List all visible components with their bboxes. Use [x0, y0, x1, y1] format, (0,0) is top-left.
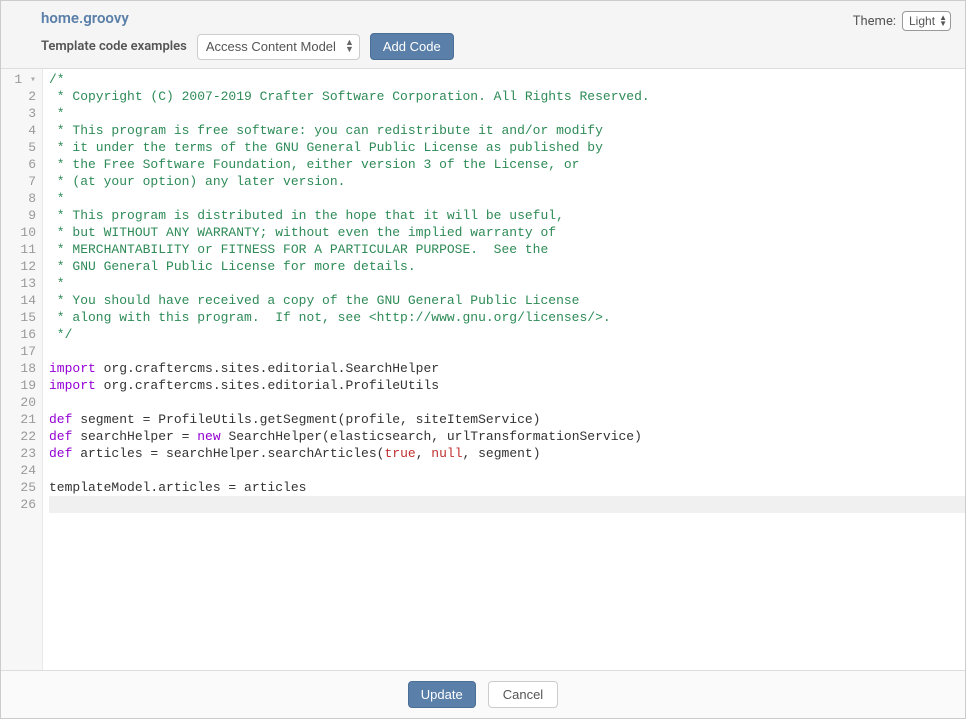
code-line[interactable]: import org.craftercms.sites.editorial.Pr…: [49, 377, 965, 394]
code-line[interactable]: * This program is distributed in the hop…: [49, 207, 965, 224]
line-number: 14: [1, 292, 36, 309]
line-number: 9: [1, 207, 36, 224]
code-line[interactable]: */: [49, 326, 965, 343]
line-number: 2: [1, 88, 36, 105]
code-line[interactable]: *: [49, 190, 965, 207]
line-number: 12: [1, 258, 36, 275]
code-line[interactable]: * This program is free software: you can…: [49, 122, 965, 139]
file-name: home.groovy: [41, 7, 953, 27]
line-number: 1 ▾: [1, 71, 36, 88]
theme-dropdown[interactable]: Light: [902, 11, 951, 31]
code-line[interactable]: * it under the terms of the GNU General …: [49, 139, 965, 156]
code-line[interactable]: * (at your option) any later version.: [49, 173, 965, 190]
line-number: 7: [1, 173, 36, 190]
line-number: 3: [1, 105, 36, 122]
line-number: 23: [1, 445, 36, 462]
line-number: 8: [1, 190, 36, 207]
line-number: 6: [1, 156, 36, 173]
line-number: 16: [1, 326, 36, 343]
code-line[interactable]: templateModel.articles = articles: [49, 479, 965, 496]
line-number: 21: [1, 411, 36, 428]
update-button[interactable]: Update: [408, 681, 476, 708]
line-number: 26: [1, 496, 36, 513]
code-line[interactable]: *: [49, 275, 965, 292]
fold-toggle-icon[interactable]: ▾: [30, 75, 36, 86]
line-number: 4: [1, 122, 36, 139]
line-number: 22: [1, 428, 36, 445]
code-line[interactable]: *: [49, 105, 965, 122]
add-code-button[interactable]: Add Code: [370, 33, 454, 60]
code-line[interactable]: def searchHelper = new SearchHelper(elas…: [49, 428, 965, 445]
theme-dropdown-wrap: Light ▲▼: [902, 11, 951, 31]
code-area[interactable]: /* * Copyright (C) 2007-2019 Crafter Sof…: [43, 69, 965, 670]
line-number: 25: [1, 479, 36, 496]
template-dropdown[interactable]: Access Content Model: [197, 34, 360, 60]
toolbar: Template code examples Access Content Mo…: [13, 33, 953, 60]
line-number: 24: [1, 462, 36, 479]
cancel-button[interactable]: Cancel: [488, 681, 558, 708]
code-line[interactable]: import org.craftercms.sites.editorial.Se…: [49, 360, 965, 377]
dialog-footer: Update Cancel: [1, 670, 965, 718]
code-line[interactable]: /*: [49, 71, 965, 88]
line-number: 15: [1, 309, 36, 326]
code-line[interactable]: [49, 462, 965, 479]
template-dropdown-wrap: Access Content Model ▲▼: [197, 34, 360, 60]
code-line[interactable]: [49, 496, 965, 513]
line-number: 19: [1, 377, 36, 394]
line-gutter: 1 ▾2345678910111213141516171819202122232…: [1, 69, 43, 670]
line-number: 18: [1, 360, 36, 377]
code-line[interactable]: * along with this program. If not, see <…: [49, 309, 965, 326]
code-line[interactable]: [49, 343, 965, 360]
line-number: 20: [1, 394, 36, 411]
code-line[interactable]: * GNU General Public License for more de…: [49, 258, 965, 275]
line-number: 13: [1, 275, 36, 292]
editor-header: home.groovy Template code examples Acces…: [1, 1, 965, 69]
theme-label: Theme:: [853, 14, 896, 29]
code-line[interactable]: * MERCHANTABILITY or FITNESS FOR A PARTI…: [49, 241, 965, 258]
line-number: 11: [1, 241, 36, 258]
code-line[interactable]: [49, 394, 965, 411]
toolbar-label: Template code examples: [41, 39, 187, 54]
theme-controls: Theme: Light ▲▼: [853, 11, 951, 31]
code-editor[interactable]: 1 ▾2345678910111213141516171819202122232…: [1, 69, 965, 670]
code-line[interactable]: * Copyright (C) 2007-2019 Crafter Softwa…: [49, 88, 965, 105]
line-number: 5: [1, 139, 36, 156]
code-line[interactable]: * but WITHOUT ANY WARRANTY; without even…: [49, 224, 965, 241]
code-line[interactable]: * You should have received a copy of the…: [49, 292, 965, 309]
line-number: 17: [1, 343, 36, 360]
code-line[interactable]: def articles = searchHelper.searchArticl…: [49, 445, 965, 462]
code-line[interactable]: def segment = ProfileUtils.getSegment(pr…: [49, 411, 965, 428]
code-line[interactable]: * the Free Software Foundation, either v…: [49, 156, 965, 173]
line-number: 10: [1, 224, 36, 241]
